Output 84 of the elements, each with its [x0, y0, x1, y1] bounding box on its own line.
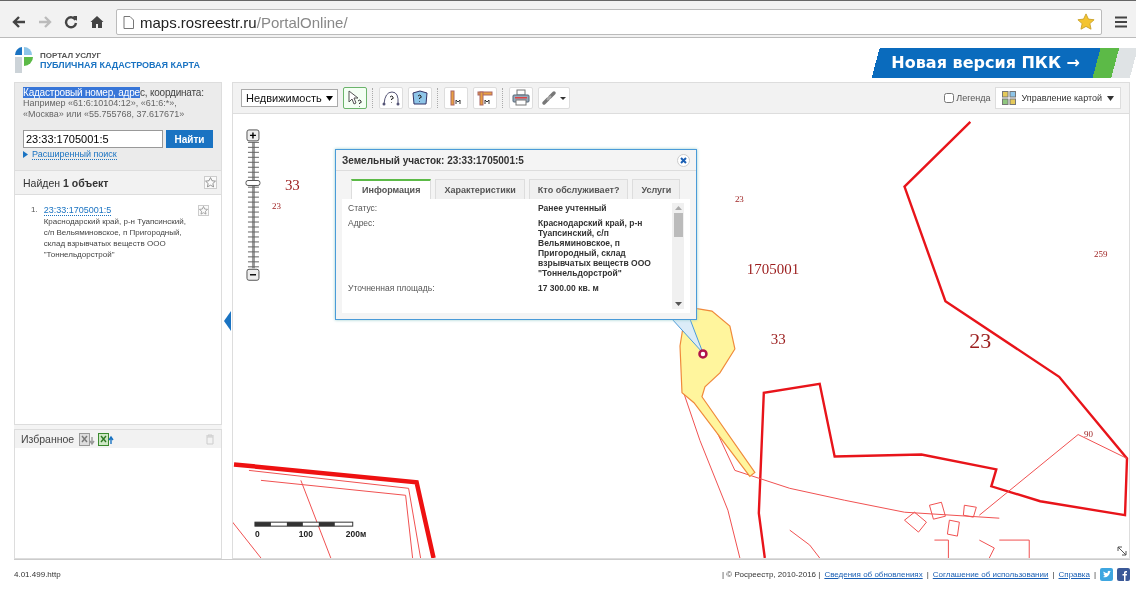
caret-icon: [1107, 95, 1114, 101]
footer-text: |: [926, 570, 929, 579]
star-button[interactable]: [197, 205, 209, 216]
find-button[interactable]: Найти: [166, 130, 213, 148]
zoom-slider[interactable]: [245, 141, 261, 269]
chain-icon: [540, 89, 567, 107]
field-label: Статус:: [348, 203, 379, 213]
field-label: Уточненная площадь:: [348, 283, 436, 293]
result-address: Краснодарский край, р-н Туапсинский, с/п Вельяминовское, п Пригородный, склад взрывчатых веществ ООО "Тоннельдорстрой": [43, 216, 187, 260]
results-count: Найден 1 объект: [23, 176, 109, 189]
map-label: 23: [734, 193, 744, 204]
export-icon[interactable]: [98, 432, 115, 446]
footer-text: | © Росреестр, 2010-2016 |: [722, 570, 821, 579]
map-label: 23: [969, 327, 992, 353]
footer-link[interactable]: Справка: [1058, 570, 1090, 579]
scale-label: 0: [254, 529, 260, 540]
link-button[interactable]: [537, 87, 570, 109]
search-example: Например «61:6:10104:12», «61:6:*», «Москва» или «55.755768, 37.617671»: [23, 98, 186, 120]
scroll-thumb[interactable]: [673, 213, 683, 237]
footer-text: |: [1052, 570, 1055, 579]
back-icon[interactable]: [12, 15, 26, 29]
map-control-button[interactable]: Управление картой: [995, 87, 1121, 109]
popup-tab[interactable]: Кто обслуживает?: [528, 179, 629, 199]
polygon-icon: [410, 89, 429, 107]
expand-icon: [23, 151, 28, 158]
map-label: 23: [271, 200, 281, 211]
resize-icon[interactable]: [1117, 546, 1127, 556]
map-label: 33: [284, 176, 300, 193]
site-title: ПУБЛИЧНАЯ КАДАСТРОВАЯ КАРТА: [40, 59, 200, 70]
popup-tab[interactable]: Характеристики: [435, 179, 525, 199]
address-bar[interactable]: maps.rosreestr.ru/PortalOnline/: [116, 9, 1102, 35]
slider-thumb[interactable]: [245, 180, 261, 186]
twitter-icon[interactable]: [1100, 568, 1113, 581]
legend-label: Легенда: [956, 93, 991, 103]
scroll-down-icon[interactable]: [674, 302, 682, 306]
result-link[interactable]: 23:33:1705001:5: [43, 205, 112, 216]
field-label: Адрес:: [348, 218, 376, 230]
scrollbar[interactable]: [672, 203, 684, 309]
map-label: 90: [1084, 428, 1094, 439]
map-label: 259: [1094, 249, 1108, 260]
popup-tab[interactable]: Информация: [351, 179, 432, 199]
tool-button[interactable]: [342, 87, 367, 109]
field-value: 17 300.00 кв. м: [538, 283, 600, 293]
close-button[interactable]: [677, 153, 690, 167]
search-field[interactable]: 23:33:1705001:5: [23, 130, 163, 148]
favorites-title: Избранное: [21, 433, 75, 445]
advanced-search-link[interactable]: Расширенный поиск: [32, 149, 117, 160]
caret-icon: [325, 95, 333, 101]
scale-label: 200м: [345, 529, 367, 540]
popup-title: Земельный участок: 23:33:1705001:5: [342, 154, 524, 166]
facebook-icon[interactable]: [1117, 568, 1130, 581]
import-icon[interactable]: [79, 432, 96, 446]
footer-text: |: [1093, 570, 1096, 579]
home-icon[interactable]: [90, 15, 104, 29]
print-button[interactable]: [508, 87, 533, 109]
map-label: 33: [770, 331, 786, 347]
zoom-out-button[interactable]: [246, 268, 260, 281]
popup-tab[interactable]: Услуги: [632, 179, 681, 199]
footer-link[interactable]: Соглашение об использовании: [932, 570, 1049, 579]
page-icon: [123, 15, 134, 29]
version-text: 4.01.499.http: [14, 570, 61, 579]
close-icon: [680, 156, 687, 164]
field-value: Ранее учтенный: [538, 203, 608, 213]
star-button[interactable]: [204, 176, 217, 189]
reload-icon[interactable]: [64, 15, 78, 29]
portal-label: ПОРТАЛ УСЛУГ: [40, 50, 102, 60]
measure-icon: [475, 89, 494, 107]
map-label: 1705001: [746, 261, 800, 278]
pointer-icon: [345, 89, 364, 107]
layer-select[interactable]: Недвижимость: [241, 89, 338, 107]
menu-icon[interactable]: [1114, 15, 1128, 29]
star-icon[interactable]: [1077, 13, 1095, 31]
result-number: 1.: [31, 205, 38, 216]
zoom-in-button[interactable]: [246, 129, 260, 142]
scale-label: 100: [298, 529, 313, 540]
legend-checkbox[interactable]: [944, 93, 955, 103]
url-text: maps.rosreestr.ru/PortalOnline/: [140, 13, 349, 31]
field-value: Краснодарский край, р-н Туапсинский, с/п Вельяминовское, п Пригородный, склад взрывчатых веществ ООО "Тоннельдорстрой": [538, 218, 652, 278]
printer-icon: [511, 89, 530, 107]
logo-icon: [14, 46, 34, 74]
curve-icon: [381, 89, 400, 107]
footer-link[interactable]: Сведения об обновлениях: [824, 570, 923, 579]
grid-icon: [1002, 91, 1017, 105]
location-marker: [698, 349, 708, 359]
